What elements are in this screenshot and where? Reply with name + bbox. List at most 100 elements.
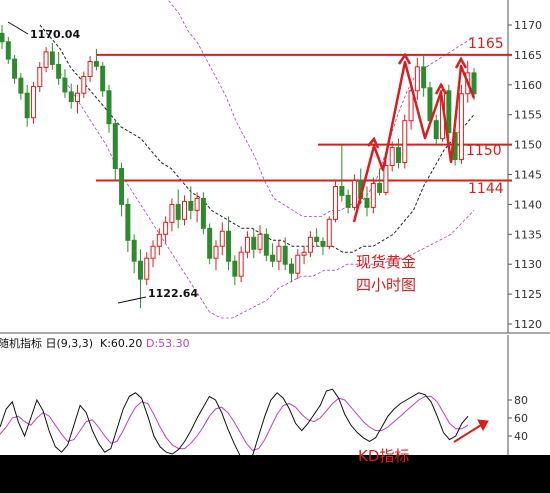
candle-body	[12, 58, 18, 79]
candle-body	[333, 185, 339, 220]
price-tick-label: 1130	[514, 258, 542, 271]
candle-body	[377, 182, 383, 193]
candle-body	[100, 65, 106, 92]
candle-body	[150, 245, 156, 259]
kd-d-readout: D:53.30	[146, 337, 190, 350]
level-label-1165: 1165	[468, 36, 504, 52]
candle-body	[37, 66, 43, 88]
candle-body	[200, 197, 206, 229]
kd-title: 随机指标 日(9,3,3)	[0, 336, 93, 350]
price-tick-label: 1125	[514, 288, 542, 301]
candle-body	[383, 165, 389, 193]
candle-body	[81, 75, 87, 94]
candle-body	[314, 236, 320, 242]
candle-body	[351, 179, 357, 208]
candle-body	[163, 221, 169, 235]
candle-body	[389, 147, 395, 167]
kd-tick-label: 40	[514, 430, 528, 443]
kd-k-readout: K:60.20	[100, 337, 142, 350]
candle-body	[402, 120, 408, 164]
upper-band-line	[167, 0, 475, 217]
candle-body	[43, 51, 49, 68]
candle-body	[87, 60, 93, 77]
candle-body	[257, 233, 263, 250]
high-marker-line	[7, 21, 29, 35]
candle-body	[0, 32, 5, 43]
candle-body	[68, 91, 74, 103]
candle-body	[131, 239, 137, 262]
candle-body	[326, 218, 332, 247]
kd-caption: KD指标	[358, 447, 409, 465]
candle-body	[446, 90, 452, 134]
candle-body	[307, 236, 313, 253]
candle-body	[427, 87, 433, 122]
candle-body	[18, 77, 24, 94]
candle-body	[49, 51, 55, 65]
bottom-bar	[0, 455, 550, 493]
chart-canvas: 1170 1165 1160 1155 1150 1145 1140 1135 1130 1125…	[0, 0, 550, 493]
candle-body	[458, 93, 464, 161]
candle-body	[244, 236, 250, 253]
candle-body	[471, 72, 477, 95]
low-label: 1122.64	[148, 287, 198, 300]
candle-body	[226, 230, 232, 262]
level-label-1144: 1144	[468, 181, 504, 197]
candle-body	[433, 120, 439, 140]
candle-body	[295, 254, 301, 274]
candle-body	[125, 203, 131, 241]
candle-body	[370, 182, 376, 208]
candle-body	[137, 260, 143, 280]
candle-body	[119, 168, 125, 205]
candle-body	[301, 251, 307, 256]
candle-body	[24, 92, 30, 119]
candle-body	[345, 194, 351, 208]
candle-body	[156, 233, 162, 247]
candle-body	[213, 245, 219, 259]
candle-body	[270, 254, 276, 262]
candle-body	[175, 203, 181, 220]
candle-body	[276, 245, 282, 262]
price-tick-label: 1150	[514, 139, 542, 152]
candle-body	[288, 263, 294, 274]
candle-body	[414, 66, 420, 92]
low-marker-line	[117, 296, 147, 304]
kd-tick-label: 80	[514, 394, 528, 407]
price-tick-label: 1160	[514, 79, 542, 92]
price-tick-label: 1145	[514, 169, 542, 182]
level-label-1150: 1150	[466, 143, 502, 159]
candle-body	[238, 251, 244, 277]
candle-body	[194, 197, 200, 211]
price-tick-label: 1120	[514, 318, 542, 331]
moving-average-line	[39, 24, 475, 253]
kd-tick-label: 60	[514, 412, 528, 425]
candle-body	[232, 260, 238, 277]
annotation-line-2: 四小时图	[356, 276, 416, 294]
candle-body	[421, 66, 427, 89]
candle-body	[112, 123, 118, 170]
candle-body	[282, 245, 288, 265]
candle-body	[30, 86, 36, 119]
price-tick-label: 1140	[514, 198, 542, 211]
price-tick-label: 1170	[514, 19, 542, 32]
high-label: 1170.04	[30, 28, 80, 41]
candle-body	[320, 240, 326, 247]
candle-body	[207, 227, 213, 259]
candle-body	[93, 60, 99, 67]
candle-body	[188, 200, 194, 211]
price-tick-label: 1155	[514, 109, 542, 122]
price-tick-label: 1135	[514, 228, 542, 241]
candle-body	[75, 92, 81, 103]
chart-root: 1170 1165 1160 1155 1150 1145 1140 1135 1130 1125…	[0, 0, 550, 493]
candle-body	[56, 63, 62, 79]
candle-body	[395, 147, 401, 164]
candle-body	[144, 257, 150, 280]
candle-body	[62, 77, 68, 93]
candle-body	[339, 185, 345, 196]
candle-body	[106, 90, 112, 125]
candle-body	[182, 200, 188, 220]
price-tick-label: 1165	[514, 49, 542, 62]
annotation-line-1: 现货黄金	[356, 253, 416, 271]
candle-body	[364, 197, 370, 208]
candle-body	[219, 230, 225, 247]
candle-body	[251, 236, 257, 250]
